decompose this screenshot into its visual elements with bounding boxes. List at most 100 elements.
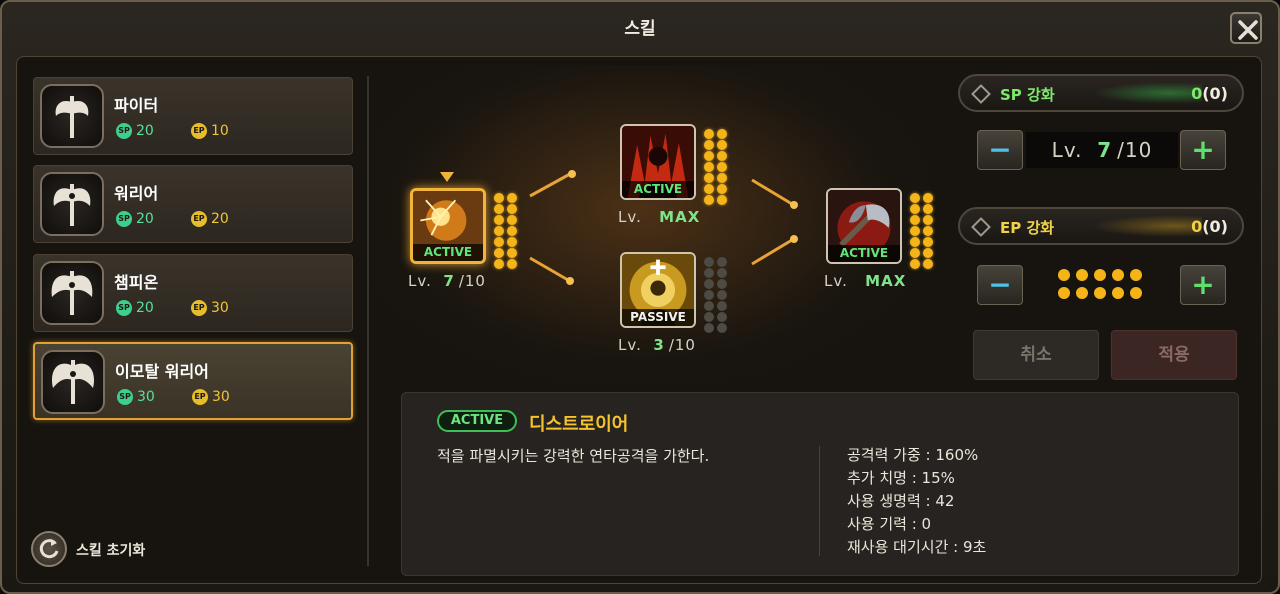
skill-slot-top[interactable]: ACTIVE — [620, 124, 696, 200]
level-pip — [717, 184, 727, 194]
level-pip — [717, 129, 727, 139]
level-pip — [507, 193, 517, 203]
level-pip — [923, 248, 933, 258]
level-pip — [507, 215, 517, 225]
level-pip — [704, 323, 714, 333]
level-pip — [910, 237, 920, 247]
ep-decrease-button[interactable]: − — [977, 265, 1023, 305]
level-pip — [717, 195, 727, 205]
level-pip — [704, 140, 714, 150]
level-pip — [717, 140, 727, 150]
level-pip — [704, 173, 714, 183]
skill-type-label: PASSIVE — [622, 309, 694, 326]
skill-level-left: Lv. 7 /10 — [408, 272, 486, 290]
skill-type-badge: ACTIVE — [437, 410, 517, 432]
skill-level-top: Lv. MAX — [618, 208, 701, 226]
sp-decrease-button[interactable]: − — [977, 130, 1023, 170]
level-pip — [507, 226, 517, 236]
skill-level-right: Lv. MAX — [824, 272, 907, 290]
skill-slot-right[interactable]: ACTIVE — [826, 188, 902, 264]
level-pip — [704, 257, 714, 267]
ep-point-dot — [1130, 287, 1142, 299]
level-pip — [923, 193, 933, 203]
level-pip — [507, 248, 517, 258]
skill-slot-bottom[interactable]: PASSIVE — [620, 252, 696, 328]
level-pip — [910, 248, 920, 258]
level-pip — [704, 279, 714, 289]
level-pip — [494, 193, 504, 203]
sp-enhance-label: SP 강화 — [1000, 86, 1055, 104]
level-pip — [494, 237, 504, 247]
skill-description-text: 적을 파멸시키는 강력한 연타공격을 가한다. — [437, 447, 710, 465]
level-pip — [910, 204, 920, 214]
skill-stat: 공격력 가중 : 160% — [847, 446, 979, 464]
skill-description-panel — [401, 392, 1239, 576]
level-pip — [923, 226, 933, 236]
skill-name: 디스트로이어 — [529, 414, 629, 435]
ep-point-dot — [1094, 287, 1106, 299]
skill-stat: 재사용 대기시간 : 9초 — [847, 538, 987, 556]
level-pip — [910, 193, 920, 203]
level-pip — [507, 204, 517, 214]
level-pip — [704, 268, 714, 278]
level-pip — [704, 195, 714, 205]
level-pip — [704, 301, 714, 311]
sp-enhance-display: SP 강화 0(0) — [958, 74, 1244, 112]
level-pip — [717, 257, 727, 267]
level-pip — [494, 204, 504, 214]
skill-stat: 사용 생명력 : 42 — [847, 492, 955, 510]
level-pip — [704, 184, 714, 194]
ep-increase-button[interactable]: + — [1180, 265, 1226, 305]
ep-enhance-value: 0(0) — [1191, 217, 1228, 236]
level-pip — [910, 259, 920, 269]
ep-enhance-label: EP 강화 — [1000, 219, 1055, 237]
skill-slot-left[interactable]: ACTIVE — [410, 188, 486, 264]
ep-point-dot — [1076, 287, 1088, 299]
skill-stat: 사용 기력 : 0 — [847, 515, 932, 533]
level-pip — [507, 237, 517, 247]
ep-point-dot — [1112, 287, 1124, 299]
level-pip — [494, 215, 504, 225]
level-pip — [717, 290, 727, 300]
selected-skill-marker-icon — [440, 172, 454, 182]
skill-stat: 추가 치명 : 15% — [847, 469, 955, 487]
level-pip — [494, 248, 504, 258]
level-pip — [717, 268, 727, 278]
ep-point-dot — [1130, 269, 1142, 281]
level-pip — [717, 301, 727, 311]
sp-level-display: Lv. 7 /10 — [1026, 132, 1178, 168]
ep-point-dot — [1058, 287, 1070, 299]
ep-glow — [1092, 215, 1202, 237]
ep-point-dot — [1112, 269, 1124, 281]
level-pip — [923, 215, 933, 225]
skill-type-label: ACTIVE — [413, 244, 483, 261]
ep-point-dot — [1094, 269, 1106, 281]
level-pip — [704, 129, 714, 139]
level-pip — [923, 259, 933, 269]
diamond-icon — [971, 84, 991, 104]
skill-type-label: ACTIVE — [828, 245, 900, 262]
ep-enhance-display: EP 강화 0(0) — [958, 207, 1244, 245]
level-pip — [494, 226, 504, 236]
level-pip — [923, 237, 933, 247]
apply-button[interactable]: 적용 — [1111, 330, 1237, 380]
stats-divider — [819, 446, 820, 556]
ep-point-dot — [1076, 269, 1088, 281]
skill-type-label: ACTIVE — [622, 181, 694, 198]
level-pip — [717, 173, 727, 183]
skill-level-bottom: Lv. 3 /10 — [618, 336, 696, 354]
level-pip — [704, 290, 714, 300]
cancel-button[interactable]: 취소 — [973, 330, 1099, 380]
level-pip — [910, 226, 920, 236]
level-pip — [717, 279, 727, 289]
ep-point-dot — [1058, 269, 1070, 281]
level-pip — [704, 312, 714, 322]
sp-increase-button[interactable]: + — [1180, 130, 1226, 170]
sp-enhance-value: 0(0) — [1191, 84, 1228, 103]
level-pip — [494, 259, 504, 269]
sp-glow — [1092, 82, 1202, 104]
level-pip — [923, 204, 933, 214]
level-pip — [704, 162, 714, 172]
diamond-icon — [971, 217, 991, 237]
level-pip — [717, 323, 727, 333]
